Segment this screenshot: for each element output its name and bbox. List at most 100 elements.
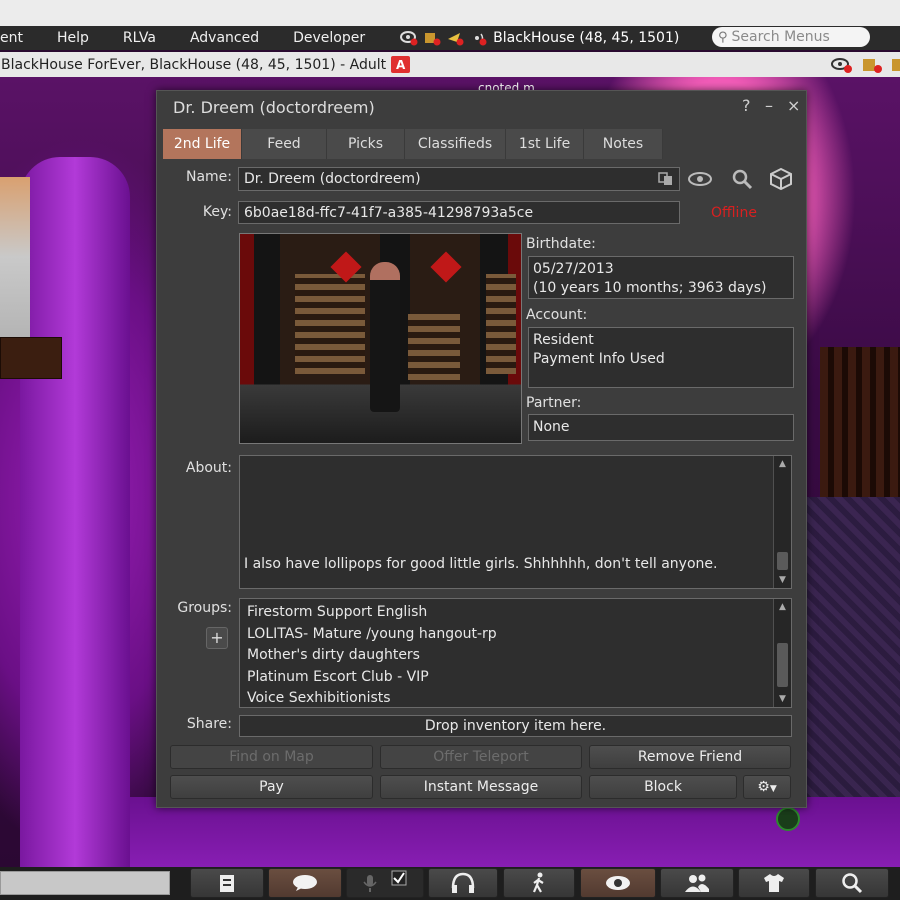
nearby-chat-input[interactable]	[0, 871, 170, 895]
floater-title-bar[interactable]: Dr. Dreem (doctordreem) ? – ×	[157, 91, 806, 123]
clipboard-icon	[220, 875, 234, 892]
no-build-icon[interactable]	[860, 56, 884, 74]
instant-message-button[interactable]: Instant Message	[380, 775, 582, 799]
menu-help[interactable]: Help	[40, 26, 106, 50]
birthdate-field: 05/27/2013 (10 years 10 months; 3963 day…	[528, 256, 794, 299]
search-menus-input[interactable]: ⚲ Search Menus	[712, 27, 870, 47]
scroll-up-icon[interactable]: ▲	[774, 456, 791, 472]
offer-teleport-button[interactable]: Offer Teleport	[380, 745, 582, 769]
partner-label: Partner:	[526, 395, 582, 411]
scroll-down-icon[interactable]: ▼	[774, 691, 791, 707]
account-field: Resident Payment Info Used	[528, 327, 794, 388]
scene-shelf	[0, 337, 62, 379]
camera-toolbar-button[interactable]	[580, 868, 656, 898]
find-on-map-button[interactable]: Find on Map	[170, 745, 373, 769]
search-icon	[842, 873, 863, 894]
close-button[interactable]: ×	[787, 96, 800, 115]
walk-toolbar-button[interactable]	[503, 868, 575, 898]
key-label: Key:	[202, 204, 232, 220]
options-menu-button[interactable]: ⚙▼	[743, 775, 791, 799]
speak-toolbar-button[interactable]	[428, 868, 498, 898]
block-button[interactable]: Block	[589, 775, 737, 799]
name-label: Name:	[185, 169, 232, 185]
tab-2nd-life[interactable]: 2nd Life	[163, 129, 242, 159]
group-item[interactable]: Mother's dirty daughters	[247, 645, 791, 667]
online-status: Offline	[711, 205, 757, 221]
birthdate-age: (10 years 10 months; 3963 days)	[533, 280, 767, 296]
location-text[interactable]: BlackHouse ForEver, BlackHouse (48, 45, …	[0, 57, 386, 73]
group-item[interactable]: Firestorm Support English	[247, 602, 791, 624]
scroll-thumb[interactable]	[777, 552, 788, 570]
scene-railing	[820, 347, 900, 497]
profile-picture[interactable]	[239, 233, 522, 444]
no-see-icon[interactable]	[400, 30, 418, 46]
add-group-button[interactable]: +	[206, 627, 228, 649]
no-fly-icon[interactable]	[446, 30, 464, 46]
group-item[interactable]: LOLITAS- Mature /young hangout-rp	[247, 624, 791, 646]
remove-friend-button[interactable]: Remove Friend	[589, 745, 791, 769]
scene-drape	[20, 157, 130, 867]
menu-developer[interactable]: Developer	[276, 26, 382, 50]
eye-icon	[688, 172, 712, 186]
groups-list: Firestorm Support English LOLITAS- Matur…	[239, 598, 792, 708]
overflow-icon[interactable]	[890, 56, 900, 74]
birthdate-label: Birthdate:	[526, 236, 596, 252]
scroll-down-icon[interactable]: ▼	[774, 572, 791, 588]
tab-classifieds[interactable]: Classifieds	[405, 129, 506, 159]
notes-toolbar-button[interactable]	[190, 868, 264, 898]
scroll-up-icon[interactable]: ▲	[774, 599, 791, 615]
about-label: About:	[185, 460, 232, 476]
maturity-badge: A	[391, 56, 411, 73]
search-toolbar-button[interactable]	[815, 868, 889, 898]
view-profile-button[interactable]	[687, 167, 713, 191]
pay-button[interactable]: Pay	[170, 775, 373, 799]
tab-picks[interactable]: Picks	[327, 129, 405, 159]
group-item[interactable]: Platinum Escort Club - VIP	[247, 667, 791, 689]
tab-1st-life[interactable]: 1st Life	[506, 129, 584, 159]
search-icon: ⚲	[718, 29, 728, 45]
name-value: Dr. Dreem (doctordreem)	[244, 171, 421, 187]
bottom-toolbar	[0, 867, 900, 900]
chevron-down-icon: ▼	[769, 784, 777, 794]
checkbox-icon[interactable]	[391, 870, 407, 886]
no-build-icon[interactable]	[423, 30, 441, 46]
groups-scrollbar[interactable]: ▲ ▼	[773, 599, 791, 707]
partner-field[interactable]: None	[528, 414, 794, 441]
voice-toolbar-button[interactable]	[346, 868, 424, 898]
menu-rlva[interactable]: RLVa	[106, 26, 173, 50]
appearance-toolbar-button[interactable]	[738, 868, 810, 898]
voice-icon[interactable]	[469, 30, 487, 46]
about-scrollbar[interactable]: ▲ ▼	[773, 456, 791, 588]
region-status[interactable]: BlackHouse (48, 45, 1501)	[493, 30, 679, 46]
profile-tabs: 2nd Life Feed Picks Classifieds 1st Life…	[163, 129, 663, 159]
people-toolbar-button[interactable]	[660, 868, 734, 898]
no-see-icon[interactable]	[830, 56, 854, 74]
share-label: Share:	[186, 716, 232, 732]
about-textbox[interactable]: I also have lollipops for good little gi…	[239, 455, 792, 589]
chat-toolbar-button[interactable]	[268, 868, 342, 898]
gear-icon: ⚙	[757, 779, 770, 795]
menu-advanced[interactable]: Advanced	[173, 26, 276, 50]
walk-icon	[532, 872, 544, 893]
account-payment: Payment Info Used	[533, 351, 665, 367]
group-item[interactable]: Voice Sexhibitionists	[247, 688, 791, 710]
headphones-icon	[451, 872, 475, 893]
profile-title: Dr. Dreem (doctordreem)	[173, 98, 375, 117]
key-value: 6b0ae18d-ffc7-41f7-a385-41298793a5ce	[244, 205, 534, 221]
show-objects-button[interactable]	[768, 167, 794, 191]
inspect-button[interactable]	[729, 167, 755, 191]
cube-icon	[770, 167, 792, 191]
tab-notes[interactable]: Notes	[584, 129, 663, 159]
minimize-button[interactable]: –	[765, 96, 773, 115]
partner-value: None	[533, 419, 570, 435]
photo-ornament	[430, 251, 462, 283]
key-field[interactable]: 6b0ae18d-ffc7-41f7-a385-41298793a5ce	[238, 201, 680, 224]
name-field[interactable]: Dr. Dreem (doctordreem)	[238, 167, 680, 191]
share-drop-target[interactable]: Drop inventory item here.	[239, 715, 792, 737]
menu-content[interactable]: ent	[0, 26, 40, 50]
scroll-thumb[interactable]	[777, 643, 788, 687]
tab-feed[interactable]: Feed	[242, 129, 327, 159]
account-type: Resident	[533, 332, 594, 348]
help-button[interactable]: ?	[742, 96, 751, 115]
copy-icon[interactable]	[658, 172, 674, 186]
